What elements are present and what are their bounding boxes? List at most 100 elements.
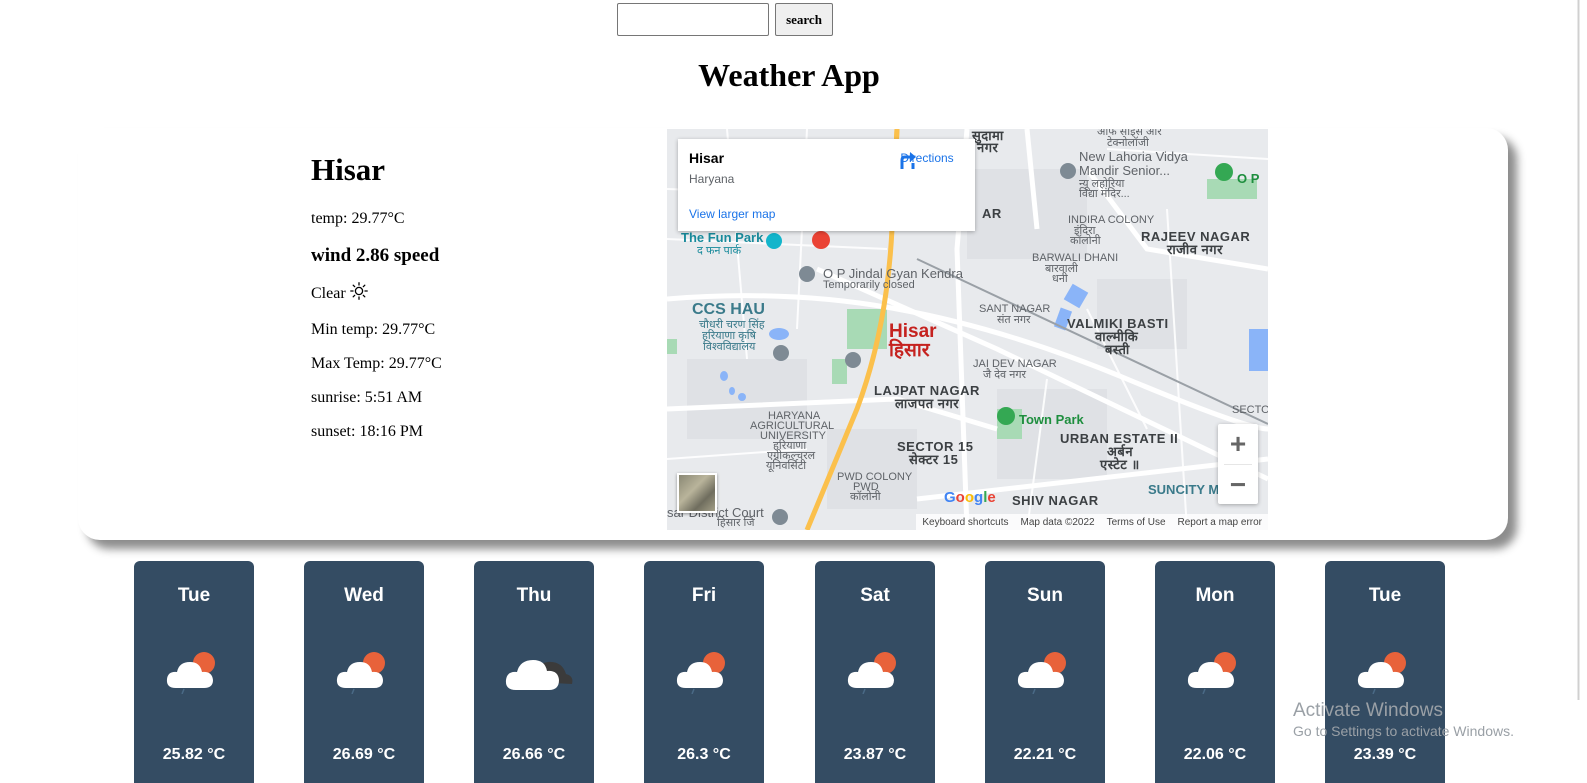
sun-icon bbox=[349, 282, 368, 305]
map-label: बस्ती bbox=[1105, 342, 1130, 357]
watermark-subtitle: Go to Settings to activate Windows. bbox=[1293, 723, 1514, 739]
windows-activation-watermark: Activate Windows Go to Settings to activ… bbox=[1293, 700, 1514, 739]
keyboard-shortcuts-link[interactable]: Keyboard shortcuts bbox=[922, 517, 1008, 528]
forecast-temp: 25.82 °C bbox=[162, 746, 226, 763]
map-label: SHIV NAGAR bbox=[1012, 493, 1099, 508]
map-label-city-hi: हिसार bbox=[889, 340, 930, 361]
cloud-sun-rain-icon bbox=[845, 648, 905, 699]
cloud-dark-icon bbox=[504, 648, 574, 699]
map-label: एस्टेट ॥ bbox=[1100, 457, 1140, 472]
satellite-toggle[interactable] bbox=[677, 473, 717, 513]
terms-link[interactable]: Terms of Use bbox=[1107, 517, 1166, 528]
forecast-day: Thu bbox=[516, 585, 552, 606]
watermark-title: Activate Windows bbox=[1293, 700, 1443, 721]
forecast-card: Thu 26.66 °C bbox=[474, 561, 594, 783]
map-label: लाजपत नगर bbox=[895, 396, 960, 411]
forecast-day: Tue bbox=[1368, 585, 1402, 606]
sunset: sunset: 18:16 PM bbox=[311, 423, 424, 440]
sunrise: sunrise: 5:51 AM bbox=[311, 389, 423, 406]
search-button[interactable]: search bbox=[775, 3, 833, 36]
map-label: द फन पार्क bbox=[697, 245, 742, 257]
map-label: Temporarily closed bbox=[823, 279, 915, 291]
current-weather-info: Hisar temp: 29.77°C wind 2.86 speed Clea… bbox=[311, 152, 442, 441]
map-label: हिसार जि bbox=[717, 517, 755, 529]
zoom-out-button[interactable]: − bbox=[1218, 465, 1258, 505]
map-label: कॉलोनी bbox=[1070, 235, 1101, 247]
forecast-card: Tue 23.39 °C bbox=[1325, 561, 1445, 783]
forecast-card: Mon 22.06 °C bbox=[1155, 561, 1275, 783]
cloud-sun-rain-icon bbox=[334, 648, 394, 699]
forecast-temp: 23.39 °C bbox=[1353, 746, 1417, 763]
forecast-day: Wed bbox=[344, 585, 384, 606]
wind-speed: wind 2.86 speed bbox=[311, 245, 440, 266]
view-larger-map-link[interactable]: View larger map bbox=[689, 207, 775, 221]
condition-row: Clear bbox=[311, 282, 442, 305]
minus-icon: − bbox=[1229, 469, 1247, 500]
cloud-sun-rain-icon bbox=[1355, 648, 1415, 699]
report-error-link[interactable]: Report a map error bbox=[1178, 517, 1262, 528]
map-label: टेक्नोलॉजी bbox=[1107, 137, 1149, 149]
map-data-text: Map data ©2022 bbox=[1020, 516, 1095, 528]
forecast-card: Tue 25.82 °C bbox=[134, 561, 254, 783]
forecast-temp: 26.69 °C bbox=[332, 746, 396, 763]
forecast-card: Sat 23.87 °C bbox=[815, 561, 935, 783]
cloud-sun-rain-icon bbox=[1185, 648, 1245, 699]
page-title: Weather App bbox=[698, 57, 880, 93]
forecast-day: Tue bbox=[177, 585, 211, 606]
forecast-card: Sun 22.21 °C bbox=[985, 561, 1105, 783]
plus-icon: + bbox=[1229, 428, 1247, 459]
map-label: विद्या मंदिर... bbox=[1079, 188, 1130, 200]
map-label: New Lahoria Vidya bbox=[1079, 149, 1188, 164]
forecast-day: Sat bbox=[860, 585, 890, 606]
search-input[interactable] bbox=[617, 3, 769, 36]
map-place-card: Hisar Haryana Directions View larger map bbox=[678, 139, 975, 231]
forecast-day: Sun bbox=[1027, 585, 1063, 606]
map-label: Town Park bbox=[1019, 412, 1084, 427]
map-label: विश्वविद्यालय bbox=[703, 341, 756, 353]
map-label: SUNCITY M bbox=[1148, 482, 1220, 497]
map-label: SECTO bbox=[1232, 404, 1268, 416]
map-label: कॉलोनी bbox=[850, 491, 881, 503]
map-label: धनी bbox=[1052, 273, 1068, 285]
place-title: Hisar bbox=[689, 150, 725, 166]
zoom-controls: + − bbox=[1218, 424, 1258, 504]
map-label: Mandir Senior... bbox=[1079, 163, 1171, 178]
cloud-sun-rain-icon bbox=[164, 648, 224, 699]
place-subtitle: Haryana bbox=[689, 172, 735, 186]
map-label: जै देव नगर bbox=[983, 369, 1027, 381]
forecast-day: Fri bbox=[691, 585, 717, 606]
forecast-temp: 22.06 °C bbox=[1183, 746, 1247, 763]
map-label: The Fun Park bbox=[681, 230, 764, 245]
map-embed[interactable]: सुदामा नगर आफ साइस आर टेक्नोलॉजी New Lah… bbox=[667, 129, 1268, 530]
map-footer: Keyboard shortcuts Map data ©2022 Terms … bbox=[916, 514, 1268, 530]
forecast-card: Wed 26.69 °C bbox=[304, 561, 424, 783]
forecast-temp: 26.3 °C bbox=[677, 746, 731, 763]
forecast-card: Fri 26.3 °C bbox=[644, 561, 764, 783]
map-label: सेक्टर 15 bbox=[909, 452, 959, 467]
scrollbar-thumb[interactable] bbox=[1574, 0, 1583, 700]
forecast-temp: 22.21 °C bbox=[1013, 746, 1077, 763]
google-logo: Google bbox=[944, 489, 996, 506]
forecast-temp: 23.87 °C bbox=[843, 746, 907, 763]
cloud-sun-rain-icon bbox=[1015, 648, 1075, 699]
forecast-temp: 26.66 °C bbox=[502, 746, 566, 763]
map-label-city: Hisar bbox=[889, 321, 937, 342]
map-label: CCS HAU bbox=[692, 301, 765, 318]
map-label: संत नगर bbox=[997, 314, 1031, 326]
condition-text: Clear bbox=[311, 284, 346, 302]
forecast-day: Mon bbox=[1195, 585, 1235, 606]
map-label: यूनिवर्सिटी bbox=[766, 460, 807, 472]
map-label: राजीव नगर bbox=[1167, 242, 1223, 257]
max-temp: Max Temp: 29.77°C bbox=[311, 355, 442, 372]
zoom-in-button[interactable]: + bbox=[1218, 424, 1258, 464]
map-label: नगर bbox=[977, 140, 999, 155]
min-temp: Min temp: 29.77°C bbox=[311, 321, 436, 338]
directions-button[interactable]: Directions bbox=[897, 149, 957, 169]
map-label: AR bbox=[982, 206, 1002, 221]
current-temp: temp: 29.77°C bbox=[311, 210, 405, 227]
cloud-sun-rain-icon bbox=[674, 648, 734, 699]
map-label: O P bbox=[1237, 171, 1260, 186]
city-name: Hisar bbox=[311, 152, 386, 187]
page-scrollbar[interactable] bbox=[1570, 0, 1587, 783]
search-bar: search bbox=[617, 3, 833, 36]
